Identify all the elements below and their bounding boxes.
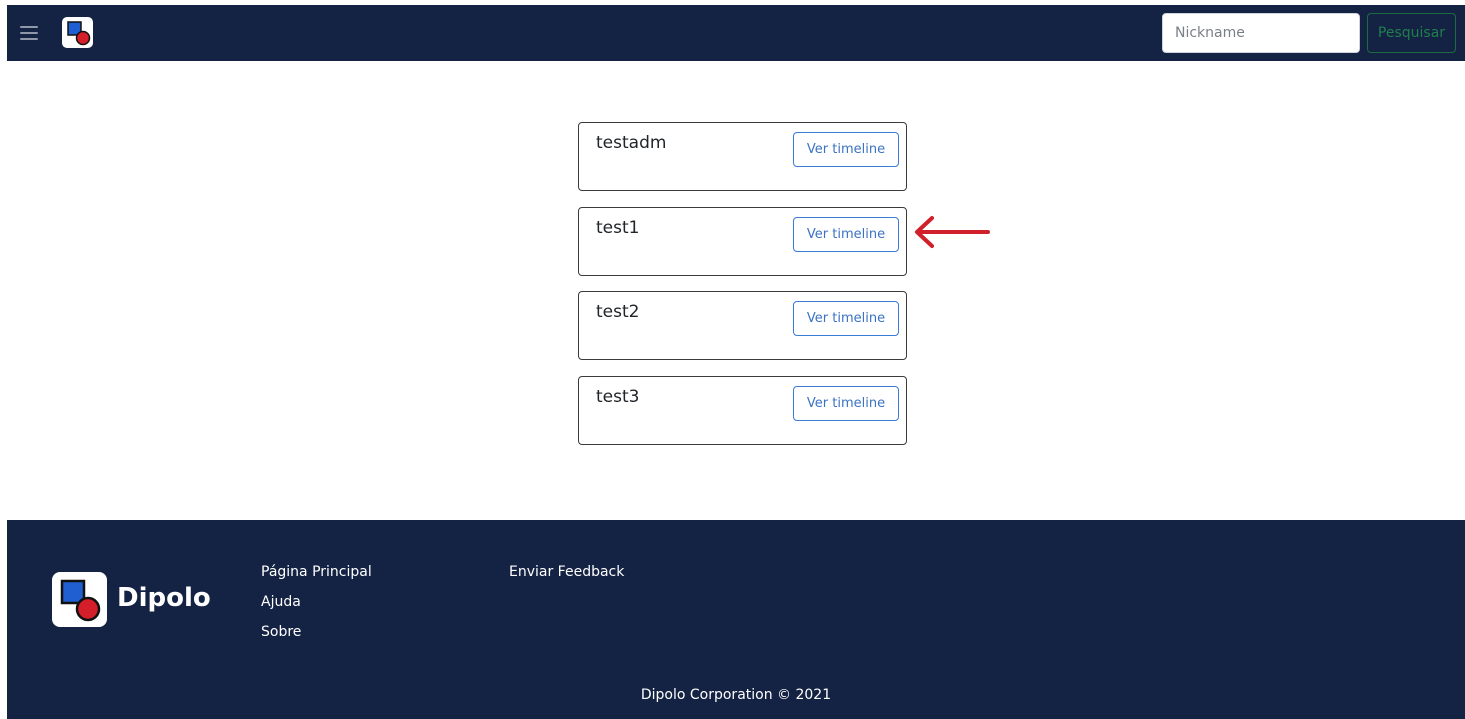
user-name: test2 bbox=[596, 302, 640, 322]
user-name: test1 bbox=[596, 218, 640, 238]
dipolo-logo-icon bbox=[52, 572, 107, 627]
copyright-text: Dipolo Corporation © 2021 bbox=[640, 687, 832, 703]
view-timeline-button[interactable]: Ver timeline bbox=[793, 217, 899, 252]
view-timeline-button[interactable]: Ver timeline bbox=[793, 132, 899, 167]
footer-link-pagina-principal[interactable]: Página Principal bbox=[261, 564, 372, 580]
footer-brand-name: Dipolo bbox=[117, 583, 211, 613]
footer-link-enviar-feedback[interactable]: Enviar Feedback bbox=[509, 564, 624, 580]
top-navbar: Pesquisar bbox=[7, 5, 1465, 61]
user-name: test3 bbox=[596, 387, 640, 407]
footer-link-ajuda[interactable]: Ajuda bbox=[261, 594, 301, 610]
left-arrow-icon bbox=[915, 216, 990, 248]
footer: Dipolo Página Principal Ajuda Sobre Envi… bbox=[7, 520, 1465, 719]
user-name: testadm bbox=[596, 133, 667, 153]
dipolo-logo-icon[interactable] bbox=[62, 17, 93, 48]
footer-link-sobre[interactable]: Sobre bbox=[261, 624, 301, 640]
search-button[interactable]: Pesquisar bbox=[1367, 13, 1456, 53]
view-timeline-button[interactable]: Ver timeline bbox=[793, 301, 899, 336]
nickname-search-input[interactable] bbox=[1162, 13, 1360, 53]
view-timeline-button[interactable]: Ver timeline bbox=[793, 386, 899, 421]
hamburger-menu-icon[interactable] bbox=[20, 26, 38, 40]
user-card: test1 Ver timeline bbox=[578, 207, 907, 276]
user-card: test2 Ver timeline bbox=[578, 291, 907, 360]
user-card: test3 Ver timeline bbox=[578, 376, 907, 445]
user-card: testadm Ver timeline bbox=[578, 122, 907, 191]
